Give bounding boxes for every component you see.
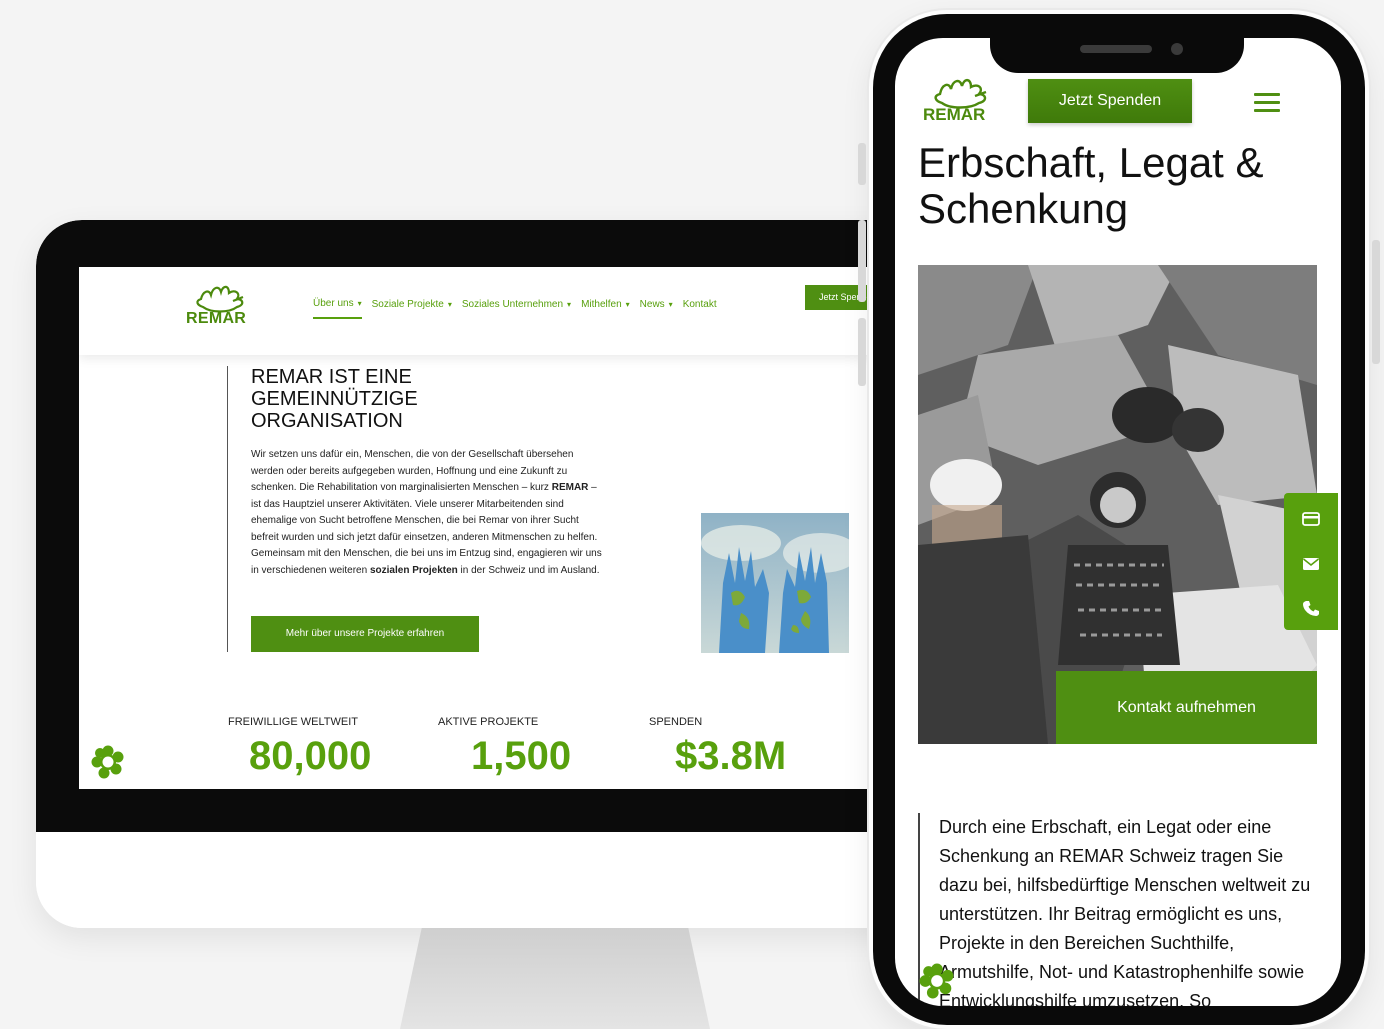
nav-item-mithelfen[interactable]: Mithelfen ▾ [581, 298, 630, 319]
dove-logo-icon[interactable] [185, 277, 257, 337]
credit-card-icon[interactable] [1301, 509, 1321, 529]
phone-volume-up [858, 220, 866, 302]
nav-label: News [639, 299, 665, 310]
heading-brand: REMAR [251, 366, 324, 388]
intro-paragraph: Wir setzen uns dafür ein, Menschen, die … [251, 447, 606, 579]
contact-button[interactable]: Kontakt aufnehmen [1056, 671, 1317, 744]
chevron-down-icon: ▾ [668, 300, 673, 309]
nav-item-news[interactable]: News ▾ [640, 298, 673, 319]
body-link-projects[interactable]: sozialen Projekten [370, 565, 458, 576]
mail-icon[interactable] [1301, 554, 1321, 574]
accessibility-flower-icon[interactable] [919, 963, 955, 999]
phone-icon[interactable] [1301, 599, 1321, 619]
accessibility-flower-icon[interactable] [91, 745, 125, 779]
stat-value-volunteers: 80,000 [249, 734, 372, 778]
chevron-down-icon: ▾ [447, 300, 452, 309]
logo-text[interactable]: REMAR [186, 310, 246, 328]
stat-value-donations: $3.8M [675, 734, 787, 778]
chevron-down-icon: ▾ [357, 299, 362, 308]
nav-item-soziales-unternehmen[interactable]: Soziales Unternehmen ▾ [462, 298, 571, 319]
logo-text[interactable]: REMAR [923, 105, 985, 125]
nav-item-soziale-projekte[interactable]: Soziale Projekte ▾ [372, 298, 452, 319]
chevron-down-icon: ▾ [625, 300, 630, 309]
desktop-header: REMAR Über uns ▾ Soziale Projekte ▾ Sozi… [79, 267, 879, 355]
legacy-paragraph: Durch eine Erbschaft, ein Legat oder ein… [939, 817, 1311, 1006]
projects-button[interactable]: Mehr über unsere Projekte erfahren [251, 616, 479, 652]
main-nav: Über uns ▾ Soziale Projekte ▾ Soziales U… [313, 298, 717, 319]
phone-power-button [1372, 240, 1380, 364]
front-camera-icon [1171, 43, 1183, 55]
world-hands-image [701, 513, 849, 653]
phone-volume-down [858, 318, 866, 386]
content-divider [227, 366, 228, 652]
nav-label: Über uns [313, 298, 354, 309]
mobile-screen: REMAR Jetzt Spenden Erbschaft, Legat & S… [895, 38, 1341, 1006]
donate-button[interactable]: Jetzt Spenden [805, 285, 879, 310]
floating-action-bar [1284, 493, 1338, 630]
body-part: Wir setzen uns dafür ein, Menschen, die … [251, 449, 574, 493]
stat-value-projects: 1,500 [471, 734, 572, 778]
chevron-down-icon: ▾ [567, 300, 572, 309]
nav-label: Kontakt [682, 299, 717, 310]
body-part: in der Schweiz und im Ausland. [457, 564, 600, 576]
page-title: Erbschaft, Legat & Schenkung [918, 139, 1264, 232]
nav-item-ueber-uns[interactable]: Über uns ▾ [313, 298, 362, 319]
section-heading: REMAR IST EINE GEMEINNÜTZIGE ORGANISATIO… [251, 366, 511, 432]
monitor-stand [400, 928, 710, 1029]
stat-label-donations: SPENDEN [649, 716, 703, 728]
nav-label: Soziales Unternehmen [461, 299, 564, 310]
speaker-grille [1080, 45, 1152, 53]
body-part: – ist das Hauptziel unserer Aktivitäten.… [251, 482, 602, 576]
desktop-screen: REMAR Über uns ▾ Soziale Projekte ▾ Sozi… [79, 267, 879, 789]
donate-button[interactable]: Jetzt Spenden [1028, 79, 1192, 123]
nav-label: Soziale Projekte [371, 299, 444, 310]
monitor-chin [36, 832, 936, 928]
stat-label-projects: AKTIVE PROJEKTE [438, 716, 539, 728]
stat-label-volunteers: FREIWILLIGE WELTWEIT [228, 716, 358, 728]
hamburger-menu-icon[interactable] [1254, 93, 1280, 113]
nav-label: Mithelfen [581, 299, 622, 310]
phone-mute-switch [858, 143, 866, 185]
body-strong-remar: REMAR [551, 482, 589, 493]
nav-item-kontakt[interactable]: Kontakt [683, 298, 717, 319]
